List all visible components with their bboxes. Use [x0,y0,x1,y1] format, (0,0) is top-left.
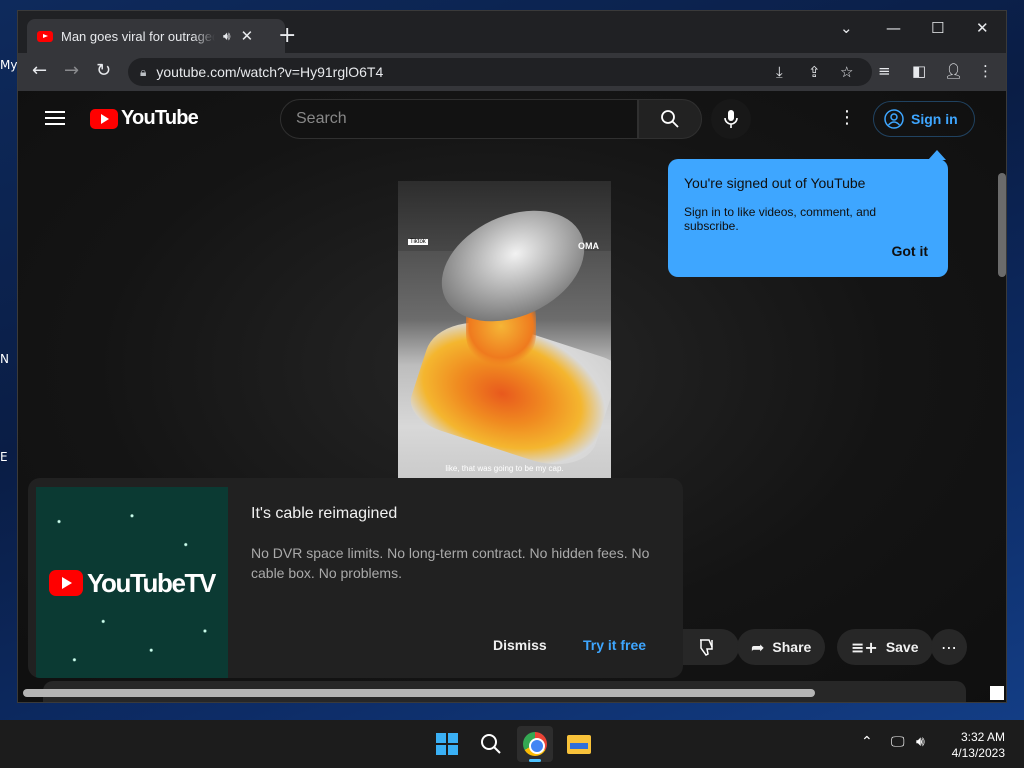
menu-icon[interactable] [45,111,65,125]
try-it-free-button[interactable]: Try it free [583,637,646,653]
more-actions-icon[interactable]: ⋯ [931,629,967,665]
windows-logo-icon [436,733,458,755]
tooltip-title: You're signed out of YouTube [684,175,866,191]
video-caption: like, that was going to be my cap. [445,464,564,473]
minimize-icon[interactable]: — [886,19,901,37]
file-explorer-button[interactable] [561,726,597,762]
search-placeholder: Search [296,110,347,127]
taskbar-search-button[interactable] [473,726,509,762]
chrome-icon [523,732,547,756]
share-button[interactable]: ➦ Share [737,629,826,665]
browser-menu-icon[interactable]: ⋮ [978,62,993,80]
settings-kebab-icon[interactable]: ⋮ [838,107,856,128]
signed-out-tooltip: You're signed out of YouTube Sign in to … [668,150,948,277]
address-bar[interactable]: 🔒︎ youtube.com/watch?v=Hy91rglO6T4 ⤓ ⇪ ☆ [128,58,872,86]
search-icon [481,734,501,754]
tab-title: Man goes viral for outrageous [61,28,215,44]
video-player[interactable]: Tiktok OMA like, that was going to be my… [398,181,611,488]
promo-body: No DVR space limits. No long-term contra… [251,545,650,581]
youtube-favicon-icon [37,30,53,42]
tab-search-chevron-icon[interactable]: ⌄ [840,19,853,37]
horizontal-scrollbar[interactable] [23,689,815,697]
folder-icon [567,734,591,754]
system-clock[interactable]: 3:32 AM 4/13/2023 [952,729,1005,761]
forward-icon[interactable]: → [64,60,79,81]
side-panel-icon[interactable]: ◧ [912,62,926,80]
taskbar: ⌃ 🖵︎ 🔊︎ 3:32 AM 4/13/2023 [0,720,1024,768]
volume-icon[interactable]: 🔊︎ [916,734,925,750]
youtube-page: YouTube Search ⋮ Sign in Tiktok OMA like… [18,91,1006,702]
show-hidden-icons-chevron-icon[interactable]: ⌃ [861,734,873,750]
scrollbar-corner [990,686,1004,700]
speaker-icon[interactable]: 🔊︎ [223,29,231,44]
tab-strip: Man goes viral for outrageous 🔊︎ ✕ + ⌄ —… [18,11,1006,53]
chrome-taskbar-button[interactable] [517,726,553,762]
share-page-icon[interactable]: ⇪ [808,63,821,81]
clock-time: 3:32 AM [960,730,1005,744]
desktop-icon-label[interactable]: E [0,450,18,464]
sign-in-button[interactable]: Sign in [873,101,975,137]
active-indicator [529,759,541,762]
youtube-play-icon [90,108,118,129]
share-arrow-icon: ➦ [751,637,765,657]
close-tab-icon[interactable]: ✕ [241,27,254,45]
start-button[interactable] [429,726,465,762]
reload-icon[interactable]: ↻ [96,60,111,81]
add-to-playlist-icon: ≡+ [851,637,878,657]
search-icon [661,110,679,128]
back-icon[interactable]: ← [32,60,47,81]
profile-icon[interactable]: 👤︎ [944,62,963,80]
tooltip-body: Sign in to like videos, comment, and sub… [684,205,877,233]
search-input[interactable]: Search [280,99,638,139]
promo-title: It's cable reimagined [251,505,398,522]
thumbs-down-icon [700,639,713,656]
new-tab-icon[interactable]: + [278,23,296,48]
youtube-logo[interactable]: YouTube [90,107,199,130]
browser-toolbar: ← → ↻ 🔒︎ youtube.com/watch?v=Hy91rglO6T4… [18,53,1006,91]
search-button[interactable] [638,99,702,139]
dismiss-button[interactable]: Dismiss [493,637,547,653]
dislike-button[interactable] [683,629,739,665]
voice-search-button[interactable] [711,99,751,139]
lock-icon[interactable]: 🔒︎ [140,65,146,80]
desktop-icon-label[interactable]: My [0,58,18,72]
share-label: Share [772,639,812,655]
video-tiktok-tag: Tiktok [408,239,428,245]
video-watermark: OMA [578,241,599,251]
clock-date: 4/13/2023 [951,746,1005,760]
youtube-logo-text: YouTube [121,107,199,129]
maximize-icon[interactable]: ☐ [931,19,944,37]
desktop-icon-label[interactable]: N [0,352,18,366]
account-icon [884,109,904,129]
vertical-scrollbar[interactable] [998,173,1006,277]
save-button[interactable]: ≡+ Save [837,629,933,665]
network-icon[interactable]: 🖵︎ [891,734,905,750]
youtube-tv-play-icon [49,570,83,596]
close-window-icon[interactable]: ✕ [976,19,989,37]
bookmark-star-icon[interactable]: ☆ [840,63,853,81]
youtube-tv-thumbnail: YouTubeTV [36,487,228,678]
sign-in-label: Sign in [911,111,958,127]
install-icon[interactable]: ⤓ [776,63,783,81]
save-label: Save [885,639,919,655]
url-text[interactable]: youtube.com/watch?v=Hy91rglO6T4 [156,64,383,80]
youtube-tv-promo: YouTubeTV It's cable reimagined No DVR s… [28,478,683,678]
got-it-button[interactable]: Got it [891,243,928,259]
media-control-icon[interactable]: ≡ [878,62,891,80]
browser-tab[interactable]: Man goes viral for outrageous 🔊︎ ✕ [27,19,285,53]
browser-window: Man goes viral for outrageous 🔊︎ ✕ + ⌄ —… [17,10,1007,703]
microphone-icon [724,110,738,128]
youtube-tv-logo-text: YouTubeTV [87,567,216,598]
